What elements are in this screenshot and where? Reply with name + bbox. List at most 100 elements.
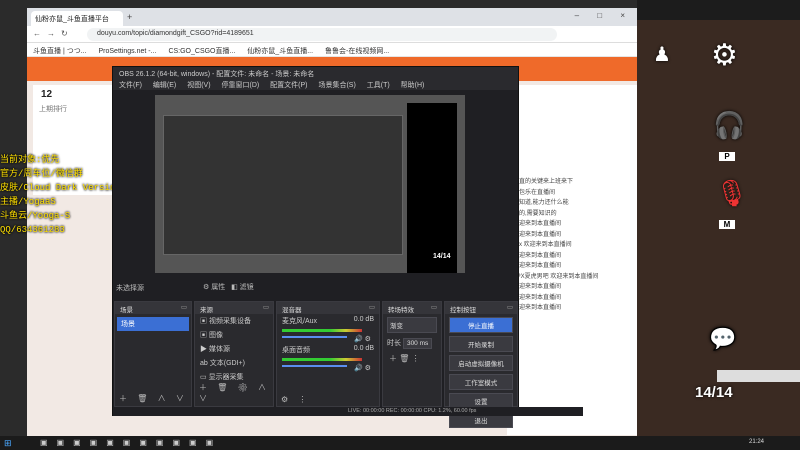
audio-meter <box>282 358 362 361</box>
taskbar-apps[interactable]: ▣▣▣▣▣▣▣▣▣▣▣ <box>40 438 222 447</box>
source-item[interactable]: ▶ 媒体源 <box>195 342 273 356</box>
menu-scene-collection[interactable]: 场景集合(S) <box>318 82 355 89</box>
gear-icon[interactable]: ⚙ <box>203 284 209 291</box>
preview-nested-capture <box>163 115 403 255</box>
menu-tools[interactable]: 工具(T) <box>367 82 390 89</box>
obs-preview[interactable]: 14/14 <box>155 95 465 273</box>
properties-button[interactable]: 属性 <box>211 284 225 291</box>
overlay-line: QQ/634361283 <box>0 225 65 235</box>
dock-icon[interactable]: ▭ <box>507 303 513 311</box>
chat-message: 好的,需要知识的 <box>513 210 557 217</box>
overlay-line: 皮肤/Cloud Dark Version <box>0 183 121 193</box>
tray-strip <box>717 370 800 382</box>
address-bar-row: ←→↻ douyu.com/topic/diamondgift_CSGO?rid… <box>27 26 637 43</box>
back-icon[interactable]: ← <box>33 29 47 38</box>
window-controls[interactable]: – □ × <box>575 11 633 20</box>
headphones-icon: 🎧 <box>713 110 746 140</box>
overlay-line: 斗鱼云/Yooga-S <box>0 211 71 221</box>
obs-menu-bar: 文件(F) 编辑(E) 视图(V) 停靠窗口(D) 配置文件(P) 场景集合(S… <box>113 79 518 90</box>
volume-slider[interactable]: 🔊 ⚙ <box>277 333 379 343</box>
mixer-dock: 混音器 ▭ 麦克风/Aux 0.0 dB 🔊 ⚙ 桌面音频 0.0 dB 🔊 ⚙ ⚙ … <box>276 301 380 407</box>
clock: 21:24 <box>748 439 764 445</box>
bookmark-item[interactable]: CS:GO_CSGO直播... <box>168 48 235 55</box>
menu-profile[interactable]: 配置文件(P) <box>270 82 307 89</box>
bookmark-item[interactable]: ProSettings.net -... <box>99 48 157 55</box>
sources-title: 来源 <box>200 307 213 314</box>
bookmark-item[interactable]: 仙粉亦鼠_斗鱼直播... <box>247 48 313 55</box>
stop-streaming-button[interactable]: 停止直播 <box>449 317 513 333</box>
transition-toolbar[interactable]: ＋ 🗑 ⋮ <box>383 351 441 366</box>
reload-icon[interactable]: ↻ <box>61 29 74 38</box>
m-label: M <box>719 220 735 229</box>
chat-message: 欢迎来到本直播间 <box>513 305 562 311</box>
scene-toolbar[interactable]: ＋ 🗑 ∧ ∨ <box>119 393 188 404</box>
scene-item[interactable]: 场景 <box>117 317 189 331</box>
source-item[interactable]: ▣ 图像 <box>195 328 273 342</box>
controls-dock: 控制按钮 ▭ 停止直播 开始录制 启动虚拟摄像机 工作室模式 设置 退出 <box>444 301 518 428</box>
dock-icon[interactable]: ▭ <box>181 303 187 311</box>
menu-help[interactable]: 帮助(H) <box>401 82 425 89</box>
chat-message: xxx 欢迎来到本直播间 <box>513 242 572 248</box>
duration-row: 时长 300 ms <box>383 336 441 351</box>
transition-select[interactable]: 渐变 <box>387 317 437 333</box>
duration-field[interactable]: 300 ms <box>402 338 433 349</box>
source-buttons: ⚙ 属性 ◧ 滤镜 <box>203 282 254 292</box>
rank-number: 12 <box>41 89 53 100</box>
menu-edit[interactable]: 编辑(E) <box>153 82 176 89</box>
chat-list: 直直的关键来上班来下 总包乐在直播间 的知道,能力还什么能 好的,需要知识的 欢迎来到本… <box>513 177 633 314</box>
overlay-line: 当前对象:优先 <box>0 155 60 165</box>
sources-dock: 来源 ▭ ▣ 视频采集设备 ▣ 图像 ▶ 媒体源 ab 文本(GDI+) ▭ 显示… <box>194 301 274 407</box>
start-recording-button[interactable]: 开始录制 <box>449 336 513 352</box>
menu-file[interactable]: 文件(F) <box>119 82 142 89</box>
source-item[interactable]: ▣ 视频采集设备 <box>195 314 273 328</box>
obs-window: OBS 26.1.2 (64-bit, windows) - 配置文件: 未命名… <box>112 66 583 428</box>
overlay-line: 官方/周车位/微信群 <box>0 169 83 179</box>
source-toolbar[interactable]: ＋ 🗑 ⚙ ∧ ∨ <box>199 382 273 404</box>
mixer-toolbar[interactable]: ⚙ ⋮ <box>281 395 310 404</box>
taskbar: ⊞ ▣▣▣▣▣▣▣▣▣▣▣ 21:24 <box>0 436 800 450</box>
dock-icon[interactable]: ▭ <box>369 303 375 311</box>
bookmark-item[interactable]: 鲁鲁会-在线视频网... <box>325 48 389 55</box>
speaker-icon: 🔊 ⚙ <box>353 365 371 372</box>
bookmark-item[interactable]: 斗鱼直播 | つつ... <box>33 48 87 55</box>
source-item[interactable]: ab 文本(GDI+) <box>195 356 273 370</box>
url-field[interactable]: douyu.com/topic/diamondgift_CSGO?rid=418… <box>87 28 557 41</box>
filter-icon[interactable]: ◧ <box>231 284 238 291</box>
preview-side-panel: 14/14 <box>407 103 457 273</box>
controls-title: 控制按钮 <box>450 307 476 314</box>
transitions-title: 转场特效 <box>388 307 414 314</box>
chat-icon: 💬 <box>709 326 737 351</box>
dock-icon[interactable]: ▭ <box>431 303 437 311</box>
forward-icon[interactable]: → <box>47 29 61 38</box>
mixer-channel-mic: 麦克风/Aux 0.0 dB <box>282 316 374 325</box>
transitions-dock: 转场特效 ▭ 渐变 时长 300 ms ＋ 🗑 ⋮ <box>382 301 442 407</box>
menu-docks[interactable]: 停靠窗口(D) <box>222 82 260 89</box>
new-tab-button[interactable]: + <box>127 12 132 22</box>
p-label: P <box>719 152 735 161</box>
preview-counter: 14/14 <box>433 253 451 260</box>
virtual-camera-button[interactable]: 启动虚拟摄像机 <box>449 355 513 371</box>
scenes-dock: 场景 ▭ 场景 ＋ 🗑 ∧ ∨ <box>114 301 192 407</box>
chat-message: 欢迎来到本直播间 <box>513 252 562 259</box>
studio-mode-button[interactable]: 工作室模式 <box>449 374 513 390</box>
chat-message: 总包乐在直播间 <box>513 189 556 196</box>
dock-icon[interactable]: ▭ <box>263 303 269 311</box>
filters-button[interactable]: 滤镜 <box>240 284 254 291</box>
browser-tab[interactable]: 仙粉亦鼠_斗鱼直播平台 <box>31 11 123 26</box>
mic-muted-icon: 🎙 <box>715 178 749 208</box>
nav-buttons[interactable]: ←→↻ <box>33 29 74 38</box>
obs-title: OBS 26.1.2 (64-bit, windows) - 配置文件: 未命名… <box>113 67 518 79</box>
chat-message: 欢迎来到本直播间 <box>513 263 562 269</box>
chat-message: 欢迎来到本直播间 <box>513 221 562 227</box>
chat-message: 欢迎来到本直播间 <box>513 294 562 301</box>
chat-message: FPX夏虎男吧 欢迎来到本直播间 <box>513 273 599 280</box>
chat-message: 欢迎来到本直播间 <box>513 231 562 238</box>
chat-message: 欢迎来到本直播间 <box>513 284 562 290</box>
obs-status-bar: LIVE: 00:00:00 REC: 00:00:00 CPU: 1.2%, … <box>113 407 583 416</box>
menu-view[interactable]: 视图(V) <box>187 82 210 89</box>
speaker-icon: 🔊 ⚙ <box>353 336 371 343</box>
panel-top-strip <box>637 0 800 20</box>
windows-icon[interactable]: ⊞ <box>4 438 12 449</box>
gear-icon: ⚙ <box>711 39 738 72</box>
volume-slider[interactable]: 🔊 ⚙ <box>277 362 379 372</box>
